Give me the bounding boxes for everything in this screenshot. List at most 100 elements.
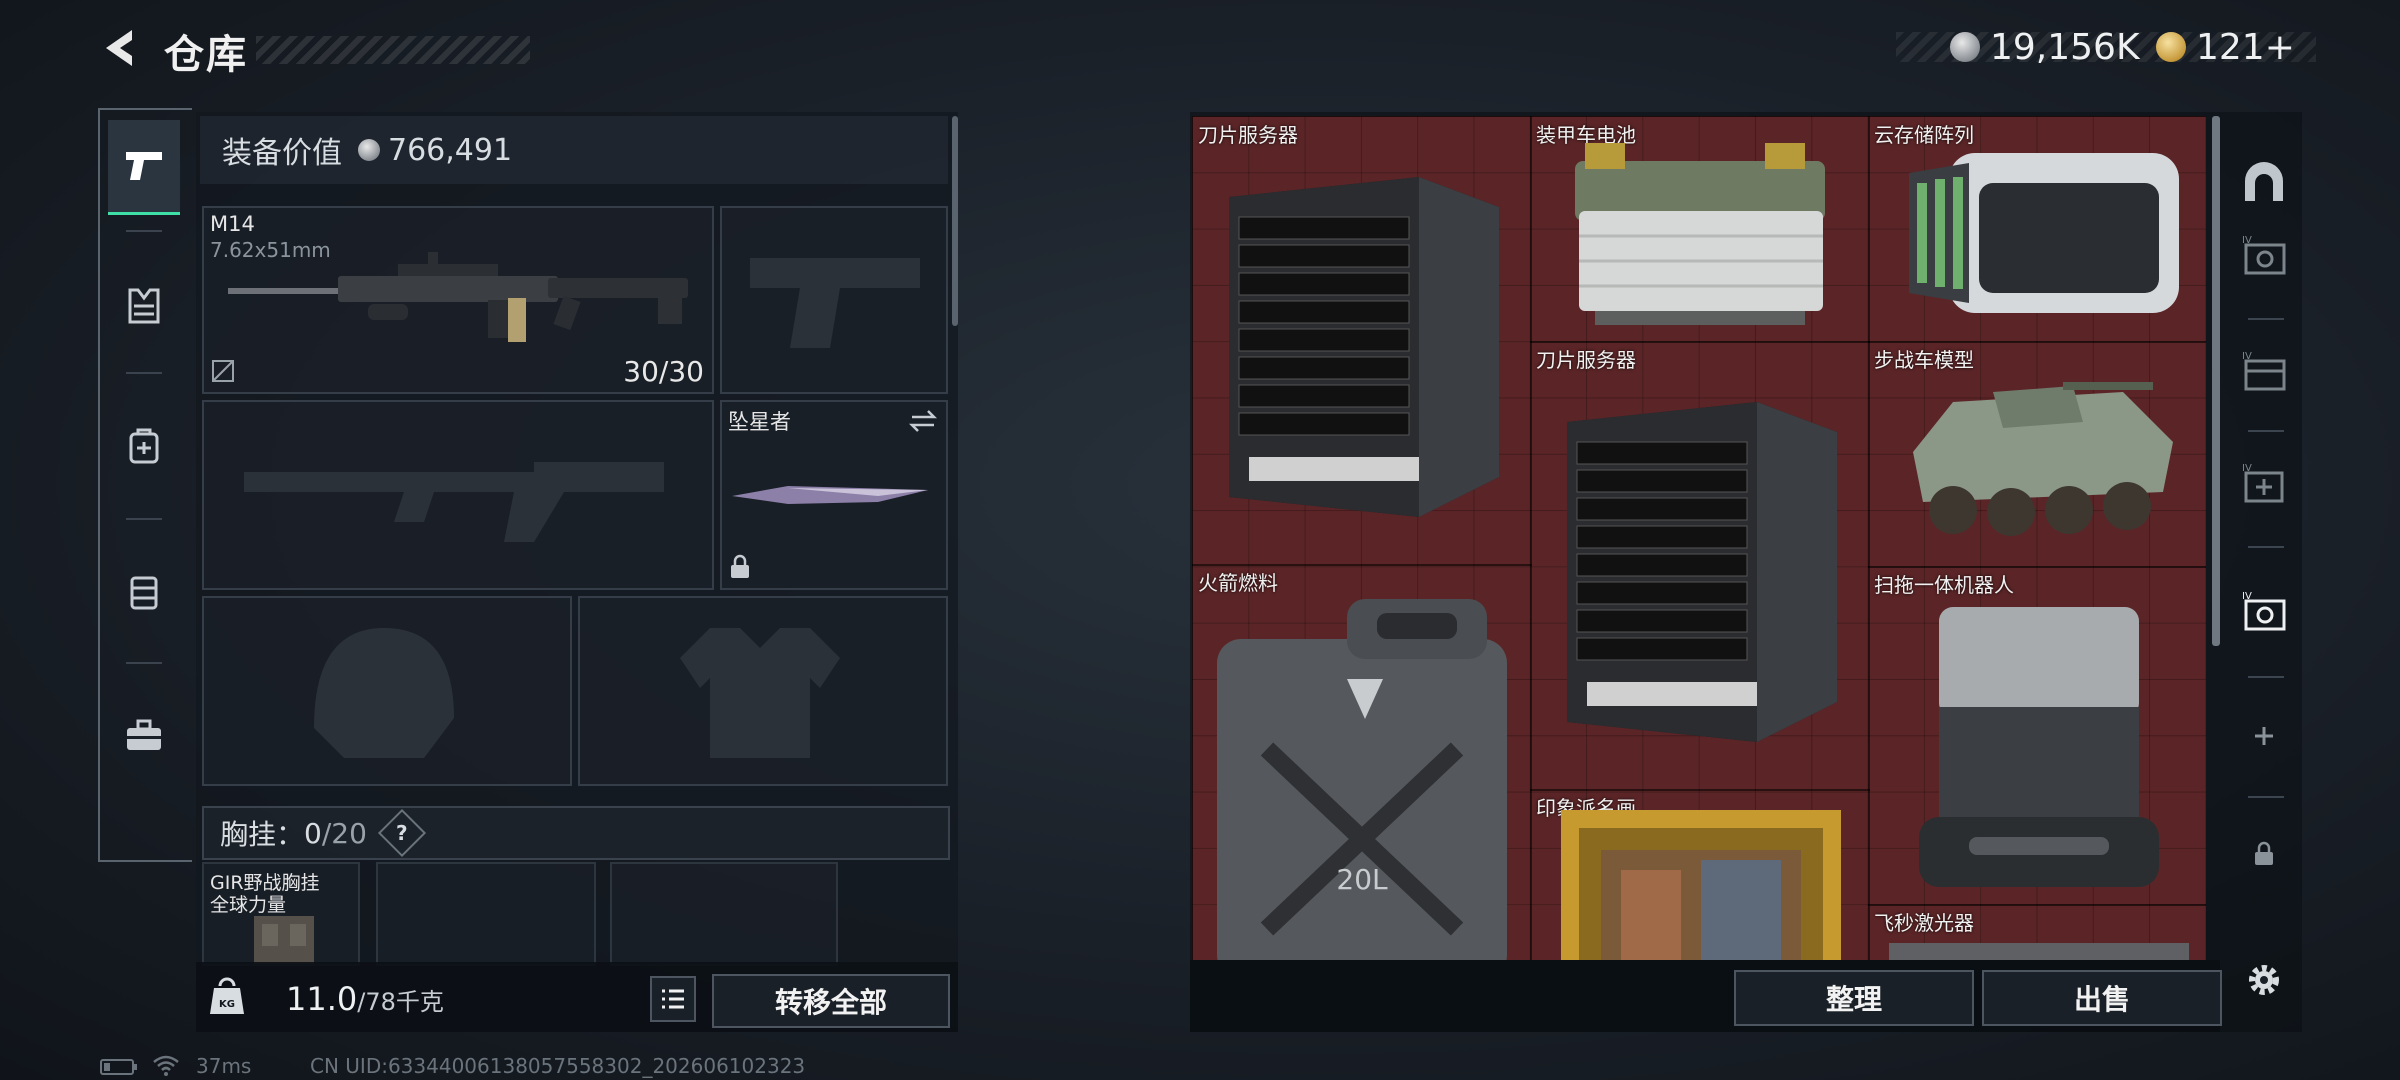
pistol-icon: [126, 152, 162, 180]
stash-item[interactable]: 云存储阵列: [1868, 116, 2206, 343]
tab-case[interactable]: [108, 690, 180, 782]
stash-item[interactable]: 装甲车电池: [1530, 116, 1870, 343]
transfer-all-button[interactable]: 转移全部: [712, 974, 950, 1028]
item-name: 刀片服务器: [1536, 348, 1636, 372]
stash-page-active-icon: IV: [2242, 591, 2286, 631]
title-decoration: [256, 36, 530, 64]
list-icon: [662, 989, 684, 1009]
chest-rig-image: [254, 916, 314, 964]
silver-coin-icon: [1950, 32, 1980, 62]
page-title: 仓库: [164, 32, 248, 78]
help-button[interactable]: ?: [377, 808, 426, 858]
loadout-scrollbar[interactable]: [952, 116, 958, 326]
chest-rig-capacity-bar: 胸挂： 0 /20 ?: [202, 806, 950, 860]
tab-backpack[interactable]: [108, 400, 180, 492]
category-tabs: [98, 108, 192, 862]
chest-rig-capacity: /20: [321, 816, 367, 850]
locked-stash-page[interactable]: [2232, 822, 2296, 886]
secondary-weapon-slot[interactable]: [202, 400, 714, 590]
pocket-slot[interactable]: [610, 862, 838, 966]
back-arrow-icon: [106, 30, 132, 66]
helmet-slot[interactable]: [202, 596, 572, 786]
wifi-icon: [153, 1055, 179, 1076]
item-name: 刀片服务器: [1198, 123, 1298, 147]
help-icon: ?: [396, 820, 408, 845]
silver-coin-icon: [358, 139, 380, 161]
silver-currency: 19,156K: [1950, 24, 2140, 70]
stash-item[interactable]: 印象派名画: [1530, 789, 1870, 960]
add-stash-page-button[interactable]: [2232, 704, 2296, 768]
chest-rig-item-slot[interactable]: GIR野战胸挂 全球力量: [202, 862, 360, 966]
stash-page-rail: IV IV IV IV: [2226, 112, 2302, 1032]
svg-text:IV: IV: [2242, 463, 2252, 474]
vest-icon: [128, 288, 160, 324]
tab-armor[interactable]: [108, 260, 180, 352]
ammo-count: 30/30: [623, 355, 704, 388]
stash-page-4-active-tab[interactable]: IV: [2232, 580, 2296, 644]
stash-item[interactable]: 火箭燃料 20L: [1192, 564, 1532, 960]
gold-coin-icon: [2156, 32, 2186, 62]
battery-image: [1575, 143, 1825, 325]
robot-vacuum-image: [1919, 607, 2159, 887]
rail-top-button[interactable]: [2232, 150, 2296, 214]
backpack-icon: [129, 428, 159, 464]
ping: 37ms: [196, 1054, 252, 1078]
jerrycan-image: 20L: [1217, 599, 1507, 960]
body-armor-slot[interactable]: [578, 596, 948, 786]
lock-icon: [2255, 841, 2273, 865]
gold-currency[interactable]: 121+: [2156, 24, 2295, 70]
melee-slot[interactable]: 坠星者: [720, 400, 948, 590]
svg-text:IV: IV: [2242, 591, 2252, 602]
sort-button[interactable]: 整理: [1734, 970, 1974, 1026]
gold-currency-value: 121+: [2196, 26, 2295, 68]
uid: CN UID:6334400613805755830​2_20260610232…: [310, 1054, 806, 1078]
svg-text:IV: IV: [2242, 351, 2252, 362]
pistol-placeholder-icon: [750, 258, 920, 348]
storage-array-image: [1909, 153, 2179, 313]
arch-icon: [2245, 162, 2283, 201]
blade-server-image: [1567, 402, 1837, 742]
chest-rig-icon: [130, 576, 158, 610]
chest-rig-count: 0: [304, 816, 322, 850]
stash-grid: 刀片服务器 装甲车电池 云存储阵列 刀片服务器 步战车模型 火箭燃料 20L 扫…: [1192, 116, 2206, 960]
item-name: 火箭燃料: [1198, 571, 1278, 595]
armor-placeholder-icon: [680, 628, 840, 758]
stash-page-icon: IV: [2242, 235, 2286, 275]
medical-case-icon: IV: [2242, 463, 2284, 503]
blade-server-image: [1229, 177, 1499, 517]
stash-item[interactable]: 刀片服务器: [1530, 341, 1870, 791]
tab-rig[interactable]: [108, 546, 180, 638]
chest-rig-label: 胸挂：: [220, 818, 305, 851]
stash-item[interactable]: 飞秒激光器: [1868, 904, 2206, 960]
rifle-image: [228, 252, 688, 342]
helmet-placeholder-icon: [314, 628, 454, 758]
item-name: 扫拖一体机器人: [1874, 573, 2014, 597]
stash-scrollbar[interactable]: [2212, 116, 2220, 646]
laser-image: [1889, 943, 2189, 960]
settings-button[interactable]: [2232, 948, 2296, 1012]
stash-item[interactable]: 步战车模型: [1868, 341, 2206, 568]
stash-page-4-medical-tab[interactable]: IV: [2232, 452, 2296, 516]
pistol-slot[interactable]: [720, 206, 948, 394]
stash-item[interactable]: 扫拖一体机器人: [1868, 566, 2206, 906]
melee-name: 坠星者: [728, 410, 791, 434]
sell-button[interactable]: 出售: [1982, 970, 2222, 1026]
list-view-button[interactable]: [650, 976, 696, 1022]
weight-icon: KG: [210, 977, 244, 1014]
stash-page-4-tab[interactable]: IV: [2232, 224, 2296, 288]
stash-page-4-box-tab[interactable]: IV: [2232, 340, 2296, 404]
rifle-placeholder-icon: [244, 462, 664, 542]
knife-image: [732, 486, 928, 504]
stash-item[interactable]: 刀片服务器: [1192, 116, 1532, 566]
no-attachment-icon: [212, 360, 234, 382]
pocket-slot[interactable]: [376, 862, 596, 966]
equipment-value-bar: 装备价值 766,491: [200, 116, 948, 184]
primary-weapon-slot[interactable]: M14 7.62x51mm 30/30: [202, 206, 714, 394]
back-button[interactable]: [96, 22, 144, 74]
ifv-model-image: [1913, 382, 2173, 536]
swap-icon[interactable]: [908, 408, 938, 434]
svg-text:KG: KG: [219, 999, 235, 1010]
current-weight: 11.0: [286, 980, 358, 1018]
briefcase-icon: [127, 719, 161, 750]
tab-weapons[interactable]: [108, 120, 180, 215]
